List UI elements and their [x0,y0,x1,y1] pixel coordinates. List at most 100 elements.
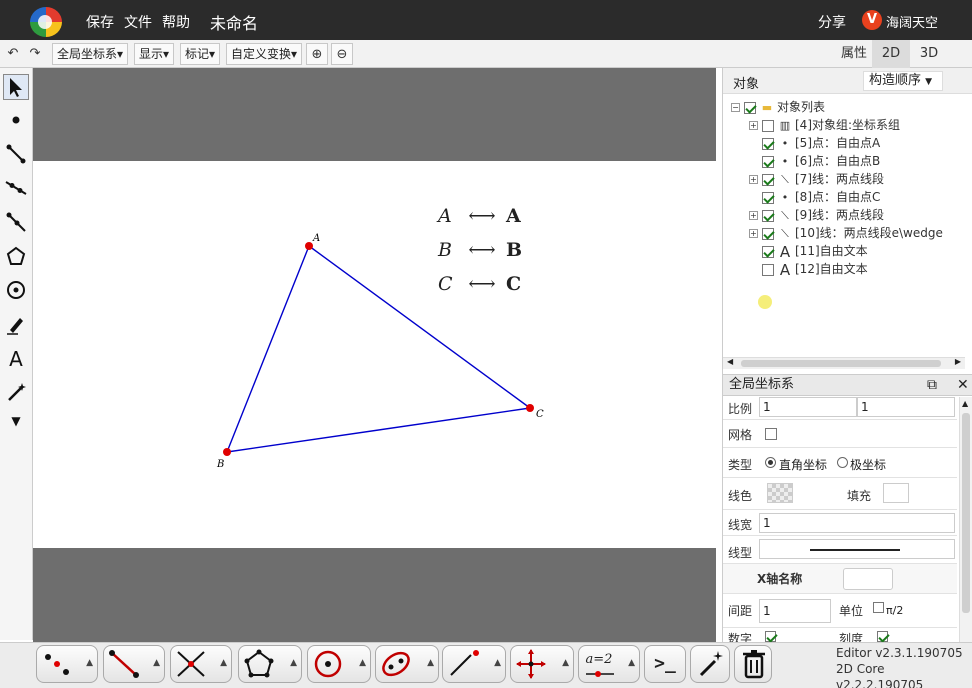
lines-tool-group[interactable]: ▲ [103,645,165,683]
item-checkbox[interactable] [762,155,774,168]
line-tool-icon[interactable] [3,176,29,202]
tree-item[interactable]: • [8]点：自由点C [762,188,880,206]
item-checkbox[interactable] [762,137,774,150]
scroll-thumb[interactable] [741,360,941,367]
expand-icon[interactable]: + [749,175,758,184]
share-button[interactable]: 分享 [818,12,846,32]
expand-arrow-icon[interactable]: ▲ [628,658,635,668]
radio-cartesian[interactable] [765,457,776,468]
expand-icon[interactable]: + [749,229,758,238]
tab-2d[interactable]: 2D [872,40,910,68]
undo-icon[interactable]: ↶ [2,43,24,65]
ray-tool-icon[interactable] [3,210,29,236]
grid-checkbox[interactable] [765,428,777,440]
open-external-icon[interactable]: ⧉ [927,375,937,395]
intersection-tool-group[interactable]: ▲ [170,645,232,683]
tree-item[interactable]: A [11]自由文本 [762,242,868,261]
expand-arrow-icon[interactable]: ▲ [494,658,501,668]
custom-transform-dropdown[interactable]: 自定义变换▾ [226,43,303,65]
conic-tool-group[interactable]: ▲ [375,645,439,683]
more-tools-icon[interactable]: ▼ [3,408,29,434]
display-dropdown[interactable]: 显示▾ [134,43,175,65]
expand-arrow-icon[interactable]: ▲ [427,658,434,668]
vertical-scrollbar[interactable]: ▲ [959,397,972,642]
delete-button[interactable] [734,645,772,683]
username[interactable]: 海阔天空 [886,12,938,31]
point-tool-icon[interactable] [3,108,29,134]
expand-icon[interactable]: + [749,121,758,130]
select-arrow-icon[interactable] [3,74,29,100]
pen-tool-icon[interactable] [3,312,29,338]
document-title[interactable]: 未命名 [210,10,258,34]
point-a[interactable] [305,242,313,250]
point-b[interactable] [223,448,231,456]
unit-checkbox[interactable] [873,602,884,613]
polygon-tool-group[interactable]: ▲ [238,645,302,683]
circle-tool-icon[interactable] [3,278,29,304]
circle-tool-group[interactable]: ▲ [307,645,371,683]
scale-y-input[interactable]: 1 [857,397,955,417]
scroll-up-icon[interactable]: ▲ [962,399,968,408]
item-checkbox[interactable] [762,227,774,240]
mark-dropdown[interactable]: 标记▾ [180,43,221,65]
item-checkbox[interactable] [762,191,774,204]
x-axis-name-input[interactable] [843,568,893,590]
polygon-tool-icon[interactable] [3,244,29,270]
item-checkbox[interactable] [762,245,774,258]
text-tool-icon[interactable]: A [3,346,29,372]
points-tool-group[interactable]: ▲ [36,645,98,683]
menu-help[interactable]: 帮助 [162,12,190,32]
redo-icon[interactable]: ↷ [24,43,46,65]
tree-item[interactable]: + ⟍ [10]线：两点线段e\wedge [749,224,969,242]
expand-arrow-icon[interactable]: ▲ [86,658,93,668]
fill-color-swatch[interactable] [883,483,909,503]
tab-properties[interactable]: 属性 [836,40,872,68]
expand-arrow-icon[interactable]: ▲ [290,658,297,668]
horizontal-scrollbar[interactable]: ◀ ▶ [723,357,965,369]
item-checkbox[interactable] [762,209,774,222]
tree-item[interactable]: • [6]点：自由点B [762,152,880,170]
global-coords-dropdown[interactable]: 全局坐标系▾ [52,43,129,65]
magic-button[interactable] [690,645,730,683]
drawing-canvas[interactable]: A B C A ⟷ A B ⟷ B C ⟷ C [33,68,716,642]
expand-arrow-icon[interactable]: ▲ [153,658,160,668]
item-checkbox[interactable] [762,173,774,186]
command-button[interactable]: >_ [644,645,686,683]
expand-arrow-icon[interactable]: ▲ [562,658,569,668]
transform-tool-group[interactable]: ▲ [442,645,506,683]
tree-item[interactable]: + ⟍ [9]线：两点线段 [749,206,884,224]
menu-save[interactable]: 保存 [86,12,114,32]
sort-order-dropdown[interactable]: 构造顺序 ▼ [863,71,943,91]
free-text-mapping[interactable]: A ⟷ A B ⟷ B C ⟷ C [438,199,548,301]
tree-item[interactable]: A [12]自由文本 [762,260,868,279]
line-width-input[interactable]: 1 [759,513,955,533]
root-checkbox[interactable] [744,101,756,114]
zoom-out-icon[interactable]: ⊖ [331,43,353,65]
vscroll-thumb[interactable] [962,413,970,613]
drawing-board[interactable]: A B C A ⟷ A B ⟷ B C ⟷ C [33,161,716,548]
tree-root[interactable]: − ▬ 对象列表 [731,98,825,116]
scroll-left-icon[interactable]: ◀ [727,357,733,366]
menu-file[interactable]: 文件 [124,12,152,32]
spacing-input[interactable]: 1 [759,599,831,623]
zoom-in-icon[interactable]: ⊕ [306,43,328,65]
collapse-icon[interactable]: − [731,103,740,112]
expand-arrow-icon[interactable]: ▲ [359,658,366,668]
tree-item[interactable]: + ▥ [4]对象组:坐标系组 [749,116,900,134]
segment-bc[interactable] [226,407,531,453]
point-c[interactable] [526,404,534,412]
segment-ab[interactable] [226,245,310,453]
expand-arrow-icon[interactable]: ▲ [220,658,227,668]
scroll-right-icon[interactable]: ▶ [955,357,961,366]
close-icon[interactable]: ✕ [957,375,969,395]
segment-tool-icon[interactable] [3,142,29,168]
line-type-select[interactable] [759,539,955,559]
scale-x-input[interactable]: 1 [759,397,857,417]
tick-checkbox[interactable] [877,631,888,642]
line-color-swatch[interactable] [767,483,793,503]
move-tool-group[interactable]: ▲ [510,645,574,683]
magic-wand-icon[interactable] [3,380,29,406]
parameter-tool-group[interactable]: a=2 ▲ [578,645,640,683]
radio-polar[interactable] [837,457,848,468]
item-checkbox[interactable] [762,263,774,276]
